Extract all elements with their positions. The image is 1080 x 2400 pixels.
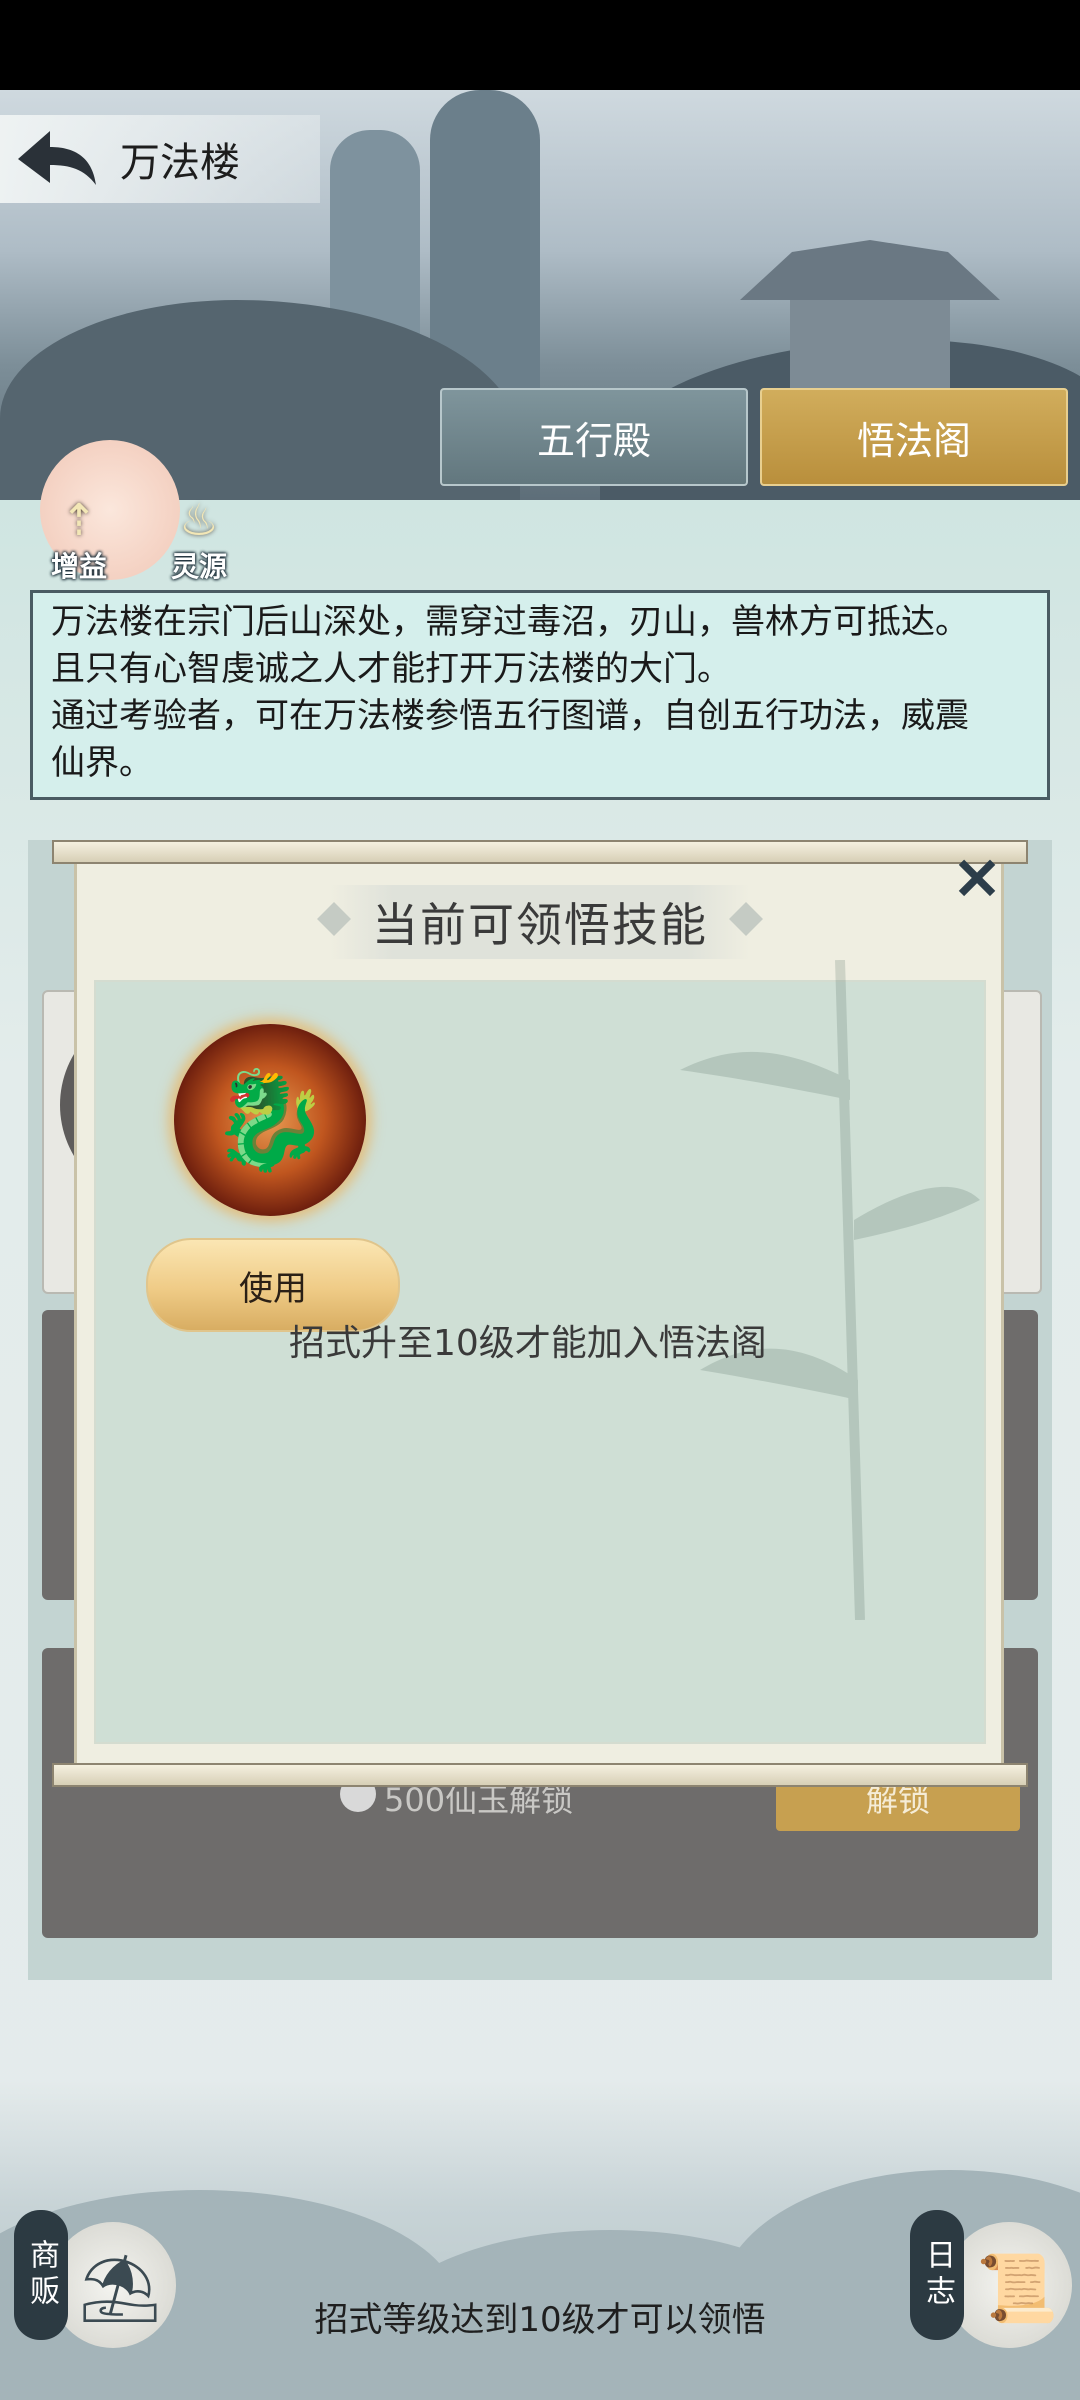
close-button[interactable]: ✕ [948, 845, 1006, 913]
description-line: 万法楼在宗门后山深处，需穿过毒沼，刃山，兽林方可抵达。 [51, 602, 969, 642]
screen: 万法楼 五行殿 悟法阁 ⇡ 增益 ♨ 灵源 万法楼在宗门后山深处，需穿过毒沼，刃… [0, 0, 1080, 2400]
fire-beast-icon[interactable]: 🐉 [174, 1024, 366, 1216]
description-line: 且只有心智虔诚之人才能打开万法楼的大门。 [51, 649, 731, 689]
buff-label: 增益 [50, 550, 107, 583]
modal-title-banner: 当前可领悟技能 [330, 885, 750, 959]
back-button[interactable] [14, 125, 100, 195]
back-arrow-icon [18, 131, 96, 185]
spirit-source-button[interactable]: ♨ 灵源 [154, 495, 244, 585]
scroll-rod-top [52, 840, 1028, 864]
tab-wufa-pavilion[interactable]: 悟法阁 [760, 388, 1068, 486]
flame-icon: ♨ [179, 495, 219, 546]
level-hint: 招式升至10级才能加入悟法阁 [289, 1323, 767, 1364]
description-line: 通过考验者，可在万法楼参悟五行图谱，自创五行功法，威震 [51, 696, 969, 736]
modal-title: 当前可领悟技能 [372, 898, 708, 952]
arrow-up-icon: ⇡ [60, 495, 98, 546]
bamboo-decoration [680, 960, 980, 1620]
spirit-source-label: 灵源 [170, 550, 227, 583]
buff-button[interactable]: ⇡ 增益 [34, 495, 124, 585]
bottom-message: 招式等级达到10级才可以领悟 [314, 2300, 766, 2340]
pavilion-illustration [740, 200, 1000, 400]
description-line: 仙界。 [51, 743, 153, 783]
status-bar [0, 0, 1080, 90]
page-title: 万法楼 [120, 140, 240, 186]
scroll-rod-bottom [52, 1763, 1028, 1787]
tab-wuxing-hall[interactable]: 五行殿 [440, 388, 748, 486]
description-box: 万法楼在宗门后山深处，需穿过毒沼，刃山，兽林方可抵达。 且只有心智虔诚之人才能打… [30, 590, 1050, 800]
close-icon: ✕ [952, 845, 1002, 913]
